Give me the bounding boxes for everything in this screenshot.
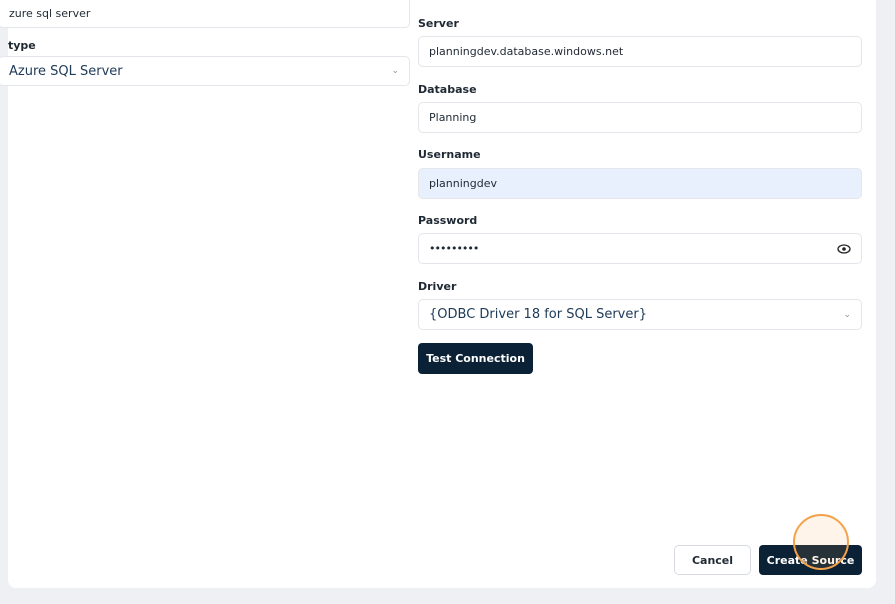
password-label: Password <box>418 214 478 227</box>
database-value: Planning <box>429 111 477 124</box>
driver-label: Driver <box>418 280 457 293</box>
dialog-panel: zure sql server type Azure SQL Server ⌄ … <box>0 0 876 588</box>
driver-select-value: {ODBC Driver 18 for SQL Server} <box>429 307 647 322</box>
server-input[interactable]: planningdev.database.windows.net <box>418 36 862 67</box>
create-source-button[interactable]: Create Source <box>759 545 862 575</box>
password-value: ••••••••• <box>429 242 479 255</box>
driver-select[interactable]: {ODBC Driver 18 for SQL Server} ⌄ <box>418 299 862 330</box>
eye-icon[interactable] <box>837 244 851 254</box>
username-value: planningdev <box>429 177 497 190</box>
chevron-down-icon: ⌄ <box>391 66 399 76</box>
cancel-button[interactable]: Cancel <box>674 545 751 575</box>
type-label: type <box>8 39 36 52</box>
username-label: Username <box>418 148 481 161</box>
server-label: Server <box>418 17 459 30</box>
password-input[interactable]: ••••••••• <box>418 233 862 264</box>
type-select[interactable]: Azure SQL Server ⌄ <box>0 56 410 86</box>
test-connection-button[interactable]: Test Connection <box>418 343 533 374</box>
database-input[interactable]: Planning <box>418 102 862 133</box>
server-value: planningdev.database.windows.net <box>429 45 624 58</box>
source-name-value: zure sql server <box>9 7 91 20</box>
database-label: Database <box>418 83 477 96</box>
chevron-down-icon: ⌄ <box>843 309 851 320</box>
source-name-input[interactable]: zure sql server <box>0 0 410 28</box>
username-input[interactable]: planningdev <box>418 168 862 199</box>
type-select-value: Azure SQL Server <box>9 63 123 79</box>
